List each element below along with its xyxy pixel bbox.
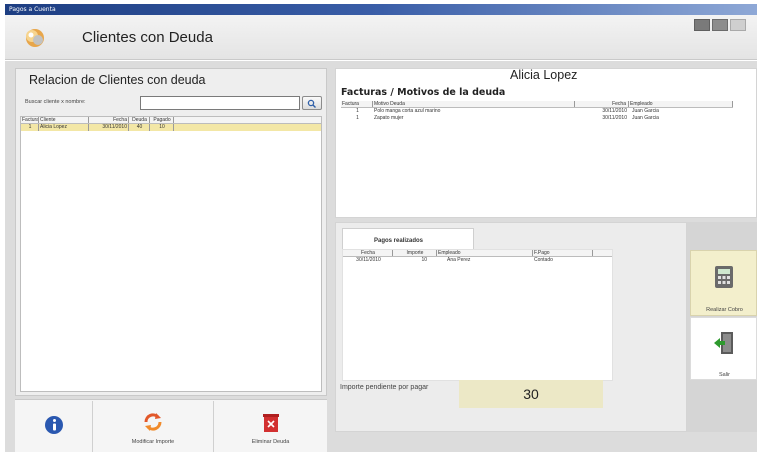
exit-button[interactable]: Salir	[690, 317, 757, 380]
cell-factura: 1	[21, 124, 39, 131]
cell-pagado: 10	[150, 124, 174, 131]
modify-amount-button[interactable]: Modificar Importe	[93, 401, 214, 452]
info-button[interactable]	[15, 401, 93, 452]
trash-icon	[262, 414, 279, 432]
invoices-table-header: Factura Motivo Deuda Fecha Empleado	[341, 101, 733, 108]
page-title: Clientes con Deuda	[82, 29, 213, 46]
table-row[interactable]: 1 Alicia Lopez 30/11/2010 40 10	[21, 124, 321, 131]
cell-empleado: Juan Garcia	[632, 115, 659, 121]
cell-fecha: 30/11/2010	[356, 257, 381, 263]
cell-importe: 10	[421, 257, 427, 263]
cell-fecha: 30/11/2010	[89, 124, 129, 131]
column-header[interactable]: Pagado	[150, 117, 174, 123]
window-titlebar	[5, 4, 757, 15]
column-header[interactable]: Importe	[393, 250, 437, 256]
table-row[interactable]: 1 Polo manga corta azul marino 30/11/201…	[341, 108, 733, 115]
column-header[interactable]: Empleado	[437, 250, 533, 256]
cell-motivo: Polo manga corta azul marino	[374, 108, 441, 114]
exit-label: Salir	[718, 372, 730, 378]
refresh-icon	[144, 413, 162, 431]
clients-panel-title: Relacion de Clientes con deuda	[29, 73, 206, 87]
modify-amount-label: Modificar Importe	[131, 439, 175, 445]
window-title: Pagos a Cuenta	[9, 6, 56, 13]
column-header[interactable]: Fecha	[575, 101, 629, 107]
table-row[interactable]: 1 Zapato mujer 30/11/2010 Juan Garcia	[341, 115, 733, 122]
cell-factura: 1	[356, 108, 359, 114]
clients-table-header: Factura Cliente Fecha Deuda Pagado	[21, 117, 321, 124]
payments-table-header: Fecha Importe Empleado F.Pago	[343, 250, 612, 257]
collect-payment-button[interactable]: Realizar Cobro	[690, 250, 757, 316]
column-header[interactable]: Factura	[341, 101, 373, 107]
client-name: Alicia Lopez	[510, 68, 578, 82]
column-header[interactable]: Fecha	[343, 250, 393, 256]
cell-empleado: Juan Garcia	[632, 108, 659, 114]
cell-fecha: 30/11/2010	[602, 115, 627, 121]
app-logo-icon	[26, 29, 44, 47]
maximize-button[interactable]	[712, 19, 728, 31]
tab-payments-label: Pagos realizados	[374, 238, 424, 244]
column-header[interactable]: Fecha	[89, 117, 129, 123]
table-row[interactable]: 30/11/2010 10 Ana Perez Contado	[343, 257, 612, 264]
pending-amount-label: Importe pendiente por pagar	[340, 384, 429, 391]
payments-table[interactable]: Fecha Importe Empleado F.Pago 30/11/2010…	[342, 249, 613, 381]
minimize-button[interactable]	[694, 19, 710, 31]
cell-empleado: Ana Perez	[447, 257, 471, 263]
info-icon	[44, 416, 63, 434]
cell-deuda: 40	[129, 124, 150, 131]
search-input[interactable]	[140, 96, 300, 110]
column-header[interactable]: Motivo Deuda	[373, 101, 575, 107]
cell-fpago: Contado	[534, 257, 553, 263]
column-header[interactable]: Empleado	[629, 101, 733, 107]
cell-cliente: Alicia Lopez	[39, 124, 89, 131]
calculator-icon	[715, 266, 733, 288]
cell-fecha: 30/11/2010	[602, 108, 627, 114]
search-label: Buscar cliente x nombre:	[25, 99, 86, 105]
column-header[interactable]: Factura	[21, 117, 39, 123]
cell-factura: 1	[356, 115, 359, 121]
column-header[interactable]: F.Pago	[533, 250, 593, 256]
collect-payment-label: Realizar Cobro	[706, 307, 743, 313]
search-button[interactable]	[302, 96, 322, 110]
delete-debt-button[interactable]: Eliminar Deuda	[214, 401, 327, 452]
invoices-title: Facturas / Motivos de la deuda	[341, 87, 506, 98]
exit-icon	[714, 332, 733, 354]
pending-amount-value: 30	[523, 386, 539, 402]
clients-table[interactable]: Factura Cliente Fecha Deuda Pagado 1 Ali…	[20, 116, 322, 392]
column-header[interactable]: Deuda	[129, 117, 150, 123]
invoices-table[interactable]: Factura Motivo Deuda Fecha Empleado 1 Po…	[341, 101, 733, 134]
close-button[interactable]	[730, 19, 746, 31]
delete-debt-label: Eliminar Deuda	[251, 439, 290, 445]
cell-motivo: Zapato mujer	[374, 115, 404, 121]
search-icon	[307, 99, 316, 108]
column-header[interactable]: Cliente	[39, 117, 89, 123]
